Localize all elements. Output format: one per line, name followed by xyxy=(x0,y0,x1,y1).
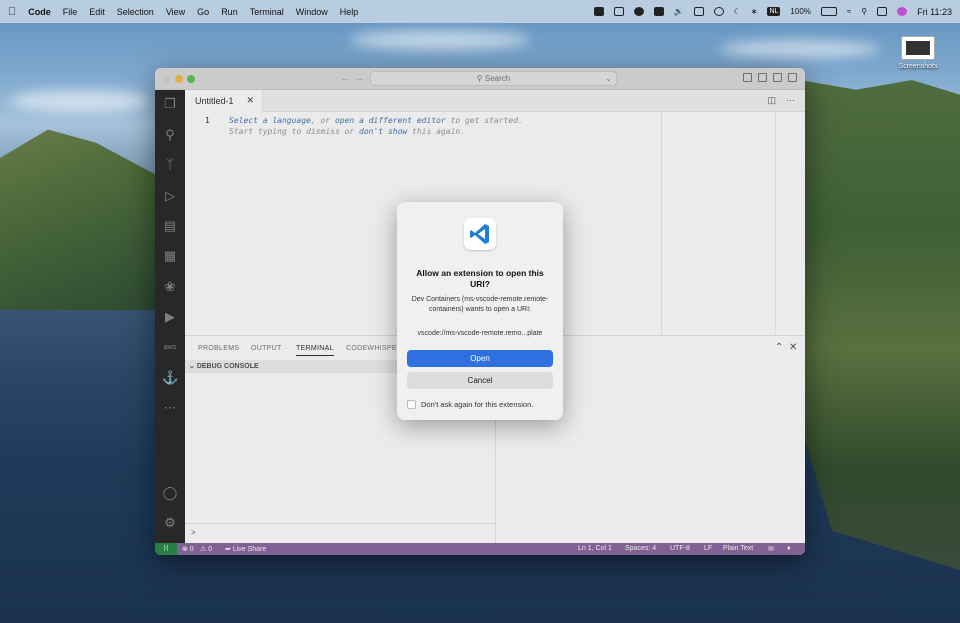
menu-file[interactable]: File xyxy=(63,7,78,17)
menu-app-code[interactable]: Code xyxy=(28,7,51,17)
cloud xyxy=(10,90,150,112)
shield-status-icon[interactable] xyxy=(613,7,624,16)
spotlight-search-icon[interactable]: ⚲ xyxy=(861,7,867,16)
volume-icon[interactable]: 🔊 xyxy=(674,7,684,16)
apple-icon[interactable]:  xyxy=(8,6,16,18)
wifi-icon[interactable]: ≈ xyxy=(847,7,851,16)
dialog-title: Allow an extension to open this URI? xyxy=(416,268,544,289)
menu-terminal[interactable]: Terminal xyxy=(250,7,284,17)
spotify-icon[interactable] xyxy=(633,7,644,16)
terminal-status-icon[interactable] xyxy=(593,7,604,16)
control-center-icon[interactable] xyxy=(877,7,888,16)
dont-ask-again-checkbox-row[interactable]: Don't ask again for this extension. xyxy=(407,400,533,409)
mountain-left xyxy=(0,129,160,310)
menu-run[interactable]: Run xyxy=(221,7,238,17)
desktop-screenshots-folder[interactable]: Screenshots xyxy=(898,36,938,70)
siri-icon[interactable] xyxy=(897,7,908,16)
menu-go[interactable]: Go xyxy=(197,7,209,17)
cancel-button[interactable]: Cancel xyxy=(407,372,553,389)
drive-icon[interactable] xyxy=(693,7,704,16)
menu-help[interactable]: Help xyxy=(340,7,359,17)
clock[interactable]: Fri 11:23 xyxy=(917,7,952,17)
input-source-badge[interactable]: NL xyxy=(767,7,781,16)
cloud xyxy=(720,40,880,58)
moon-icon[interactable]: ☾ xyxy=(734,7,741,16)
menu-selection[interactable]: Selection xyxy=(117,7,154,17)
allow-uri-dialog: Allow an extension to open this URI? Dev… xyxy=(397,202,563,420)
bluetooth-icon[interactable]: ∗ xyxy=(751,7,758,16)
screenshot-thumbnail-icon xyxy=(901,36,935,60)
lock-icon[interactable] xyxy=(653,7,664,16)
dialog-message: Dev Containers (ms-vscode-remote.remote-… xyxy=(411,296,549,313)
menu-edit[interactable]: Edit xyxy=(89,7,105,17)
vscode-logo-icon xyxy=(464,218,496,250)
open-button[interactable]: Open xyxy=(407,350,553,367)
battery-percent: 100% xyxy=(790,7,811,16)
menu-view[interactable]: View xyxy=(166,7,185,17)
desktop-icon-label: Screenshots xyxy=(898,63,938,70)
mountain-right xyxy=(800,80,960,570)
menu-bar:  Code File Edit Selection View Go Run T… xyxy=(0,0,960,23)
dont-ask-again-checkbox[interactable] xyxy=(407,400,416,409)
menu-window[interactable]: Window xyxy=(296,7,328,17)
status-menus: 🔊 ☾ ∗ NL 100% ≈ ⚲ Fri 11:23 xyxy=(593,7,952,17)
dialog-uri: vscode://ms-vscode-remote.remo...plate xyxy=(417,330,543,337)
cloud xyxy=(350,30,530,50)
dont-ask-again-label: Don't ask again for this extension. xyxy=(421,400,534,409)
battery-icon[interactable] xyxy=(820,7,837,16)
onepassword-icon[interactable] xyxy=(713,7,724,16)
